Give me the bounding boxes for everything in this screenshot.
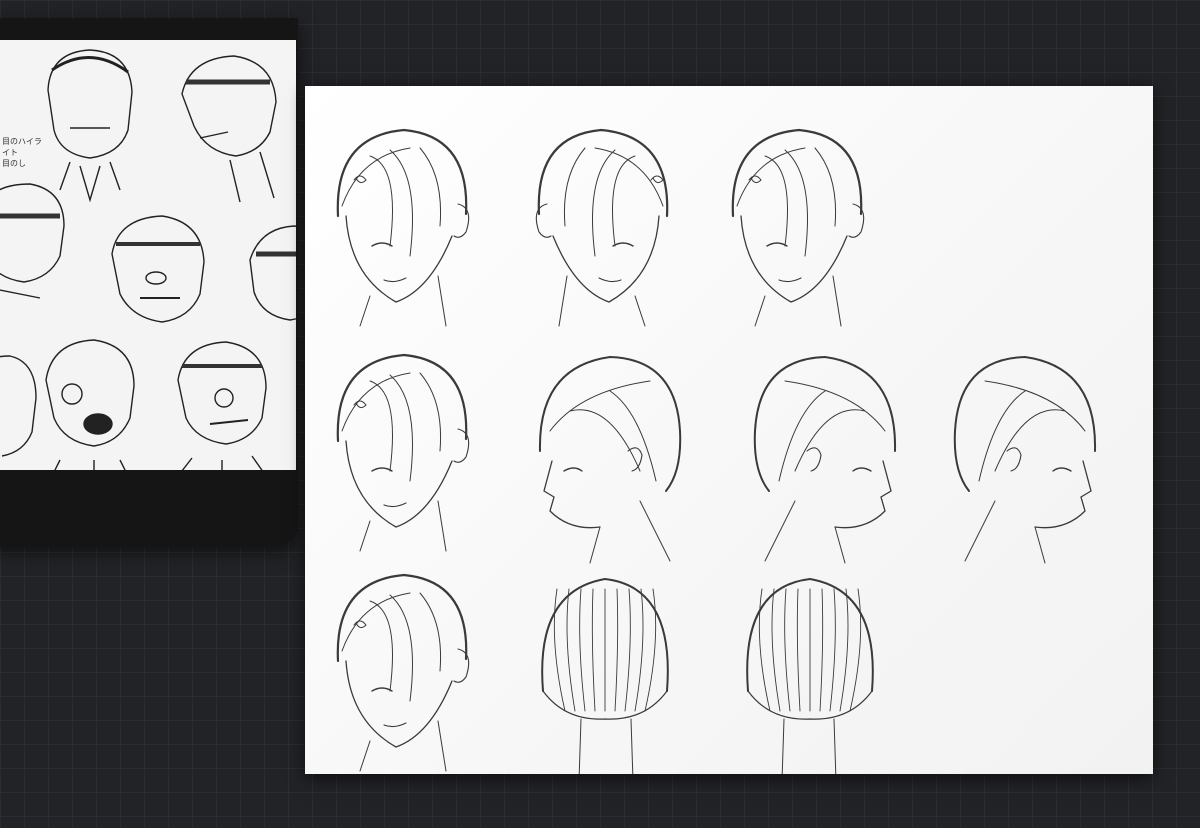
reference-note-line-1: 目のハイライト — [2, 137, 42, 157]
ref-head-4 — [111, 215, 205, 323]
head-sketch-three-quarter-down — [336, 573, 470, 772]
ref-head-6 — [45, 339, 135, 470]
ref-head-2 — [181, 55, 277, 203]
head-sketch-front-tilted — [535, 128, 669, 327]
drawing-canvas[interactable] — [305, 86, 1153, 774]
ref-head-5 — [249, 225, 296, 321]
head-sketch-profile-right — [753, 355, 897, 564]
reference-note-line-2: 目のし — [2, 159, 26, 168]
reference-sketches — [0, 49, 296, 470]
head-sketch-front-grin — [336, 353, 470, 552]
ref-head-8 — [0, 355, 37, 457]
head-sketch-three-quarter-right — [953, 355, 1097, 564]
head-study-sketches — [336, 128, 1097, 774]
head-sketch-front-smile — [731, 128, 865, 327]
head-sketch-front-three-quarter — [336, 128, 470, 327]
reference-note: 目のハイライト 目のし — [2, 136, 46, 169]
head-sketch-back-three-quarter — [746, 577, 874, 774]
head-sketch-back — [541, 577, 669, 774]
ref-head-1 — [47, 49, 133, 203]
ref-head-3 — [0, 183, 65, 299]
reference-sheet-image: 目のハイライト 目のし — [0, 40, 296, 470]
head-sketch-profile-left — [538, 355, 682, 564]
ref-head-7 — [177, 341, 267, 470]
